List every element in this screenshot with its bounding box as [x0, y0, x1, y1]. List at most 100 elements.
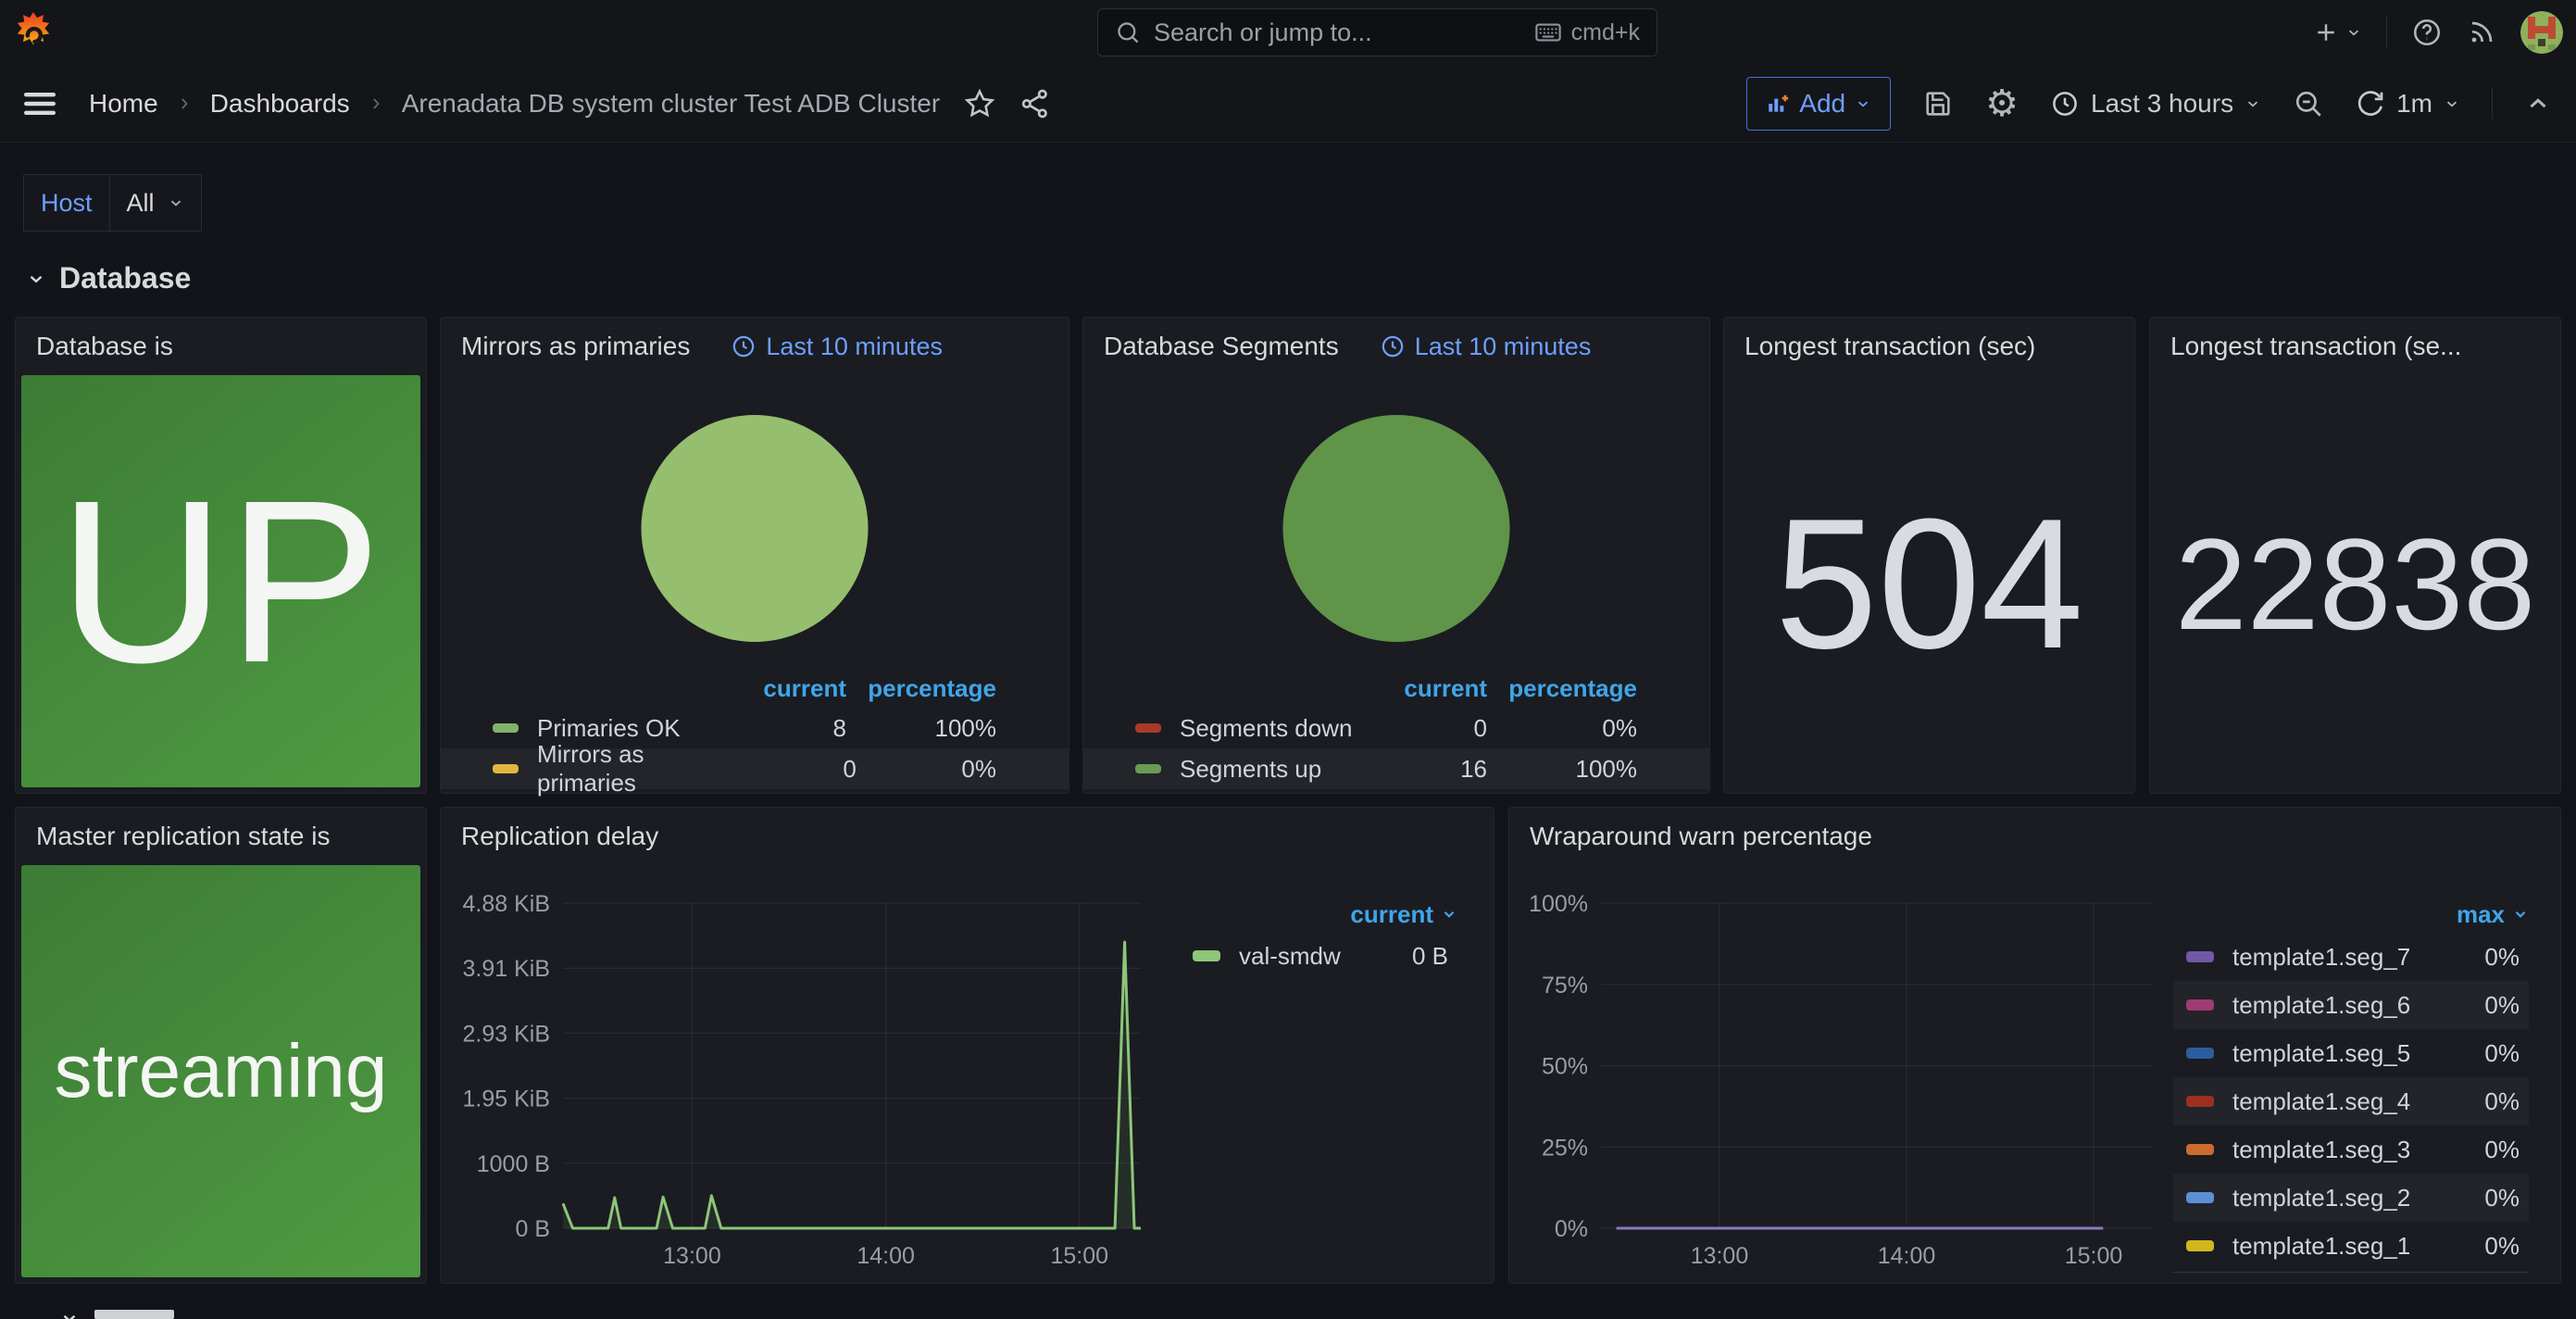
legend-item[interactable]: template1.seg_30% [2173, 1125, 2529, 1174]
favorite-button[interactable] [964, 88, 995, 119]
legend-swatch [493, 723, 519, 733]
y-axis-tick-label: 4.88 KiB [462, 891, 550, 917]
search-icon [1115, 19, 1141, 45]
legend-swatch [2186, 1096, 2214, 1107]
clock-icon [731, 333, 757, 359]
help-icon [2411, 17, 2443, 48]
legend-sort-max[interactable]: max [2173, 896, 2529, 933]
breadcrumb-home[interactable]: Home [89, 89, 158, 119]
dashboard-settings-button[interactable]: ⚙ [1985, 85, 2019, 122]
legend-label: template1.seg_5 [2232, 1039, 2410, 1068]
panel-header[interactable]: Master replication state is [16, 808, 426, 865]
chevron-down-icon [168, 195, 184, 211]
zoom-out-time-button[interactable] [2293, 88, 2324, 119]
time-range-label: Last 3 hours [2091, 89, 2233, 119]
help-button[interactable] [2411, 17, 2443, 48]
y-axis-tick-label: 50% [1542, 1054, 1588, 1080]
series-fill [563, 942, 1141, 1228]
legend-swatch [2186, 1192, 2214, 1203]
legend-item[interactable]: Segments up16100% [1083, 748, 1709, 789]
legend-item[interactable]: template1.seg_40% [2173, 1077, 2529, 1125]
toolbar-right-controls: Add ⚙ Last 3 hours 1m [1746, 77, 2552, 131]
legend-sort-percentage[interactable]: percentage [846, 674, 996, 703]
pie-chart-segments[interactable] [1283, 415, 1510, 642]
legend-swatch [1135, 723, 1161, 733]
add-panel-button[interactable]: Add [1746, 77, 1891, 131]
legend-item[interactable]: template1.seg_70% [2173, 933, 2529, 981]
panel-replication-delay: Replication delay 4.88 KiB3.91 KiB2.93 K… [440, 807, 1494, 1284]
refresh-interval-label: 1m [2396, 89, 2432, 119]
panel-header[interactable]: Mirrors as primaries Last 10 minutes [441, 318, 1069, 375]
clipped-text-fragment [94, 1310, 174, 1319]
legend-item[interactable]: Mirrors as primaries00% [441, 748, 1069, 789]
search-input[interactable]: Search or jump to... cmd+k [1097, 8, 1657, 57]
panel-header[interactable]: Longest transaction (se... [2150, 318, 2560, 375]
x-axis-tick-label: 13:00 [663, 1243, 721, 1269]
panel-title: Longest transaction (sec) [1744, 332, 2035, 361]
menu-toggle-button[interactable] [24, 92, 56, 116]
news-button[interactable] [2467, 18, 2496, 47]
legend-swatch [493, 764, 519, 773]
legend-label: val-smdw [1239, 942, 1341, 971]
section-title: Database [59, 261, 191, 295]
panel-header[interactable]: Database Segments Last 10 minutes [1083, 318, 1709, 375]
legend-label: Mirrors as primaries [537, 740, 735, 798]
chevron-down-icon [59, 1308, 80, 1319]
series-line [563, 942, 1141, 1228]
chevron-right-icon [367, 94, 385, 113]
variable-host-label[interactable]: Host [23, 174, 110, 232]
legend-item[interactable]: val-smdw0 B [1180, 933, 1457, 979]
legend-sort-current[interactable]: current [1357, 674, 1487, 703]
stat-value: UP [58, 448, 383, 714]
share-button[interactable] [1019, 88, 1051, 119]
grafana-logo[interactable] [13, 10, 54, 55]
replication-delay-chart[interactable]: 4.88 KiB3.91 KiB2.93 KiB1.95 KiB1000 B0 … [441, 808, 1494, 1283]
topbar-right-actions [2312, 0, 2563, 65]
hamburger-icon [24, 92, 56, 116]
legend-current-value: 0 [1357, 714, 1487, 743]
panel-mirrors-as-primaries: Mirrors as primaries Last 10 minutes cur… [440, 317, 1069, 794]
refresh-picker[interactable]: 1m [2356, 89, 2460, 119]
legend-item[interactable]: template1.seg_10% [2173, 1222, 2529, 1270]
legend-sort-current[interactable]: current [717, 674, 846, 703]
dashboard-variables: Host All [23, 174, 202, 232]
y-axis-tick-label: 1000 B [477, 1151, 550, 1177]
legend-item[interactable]: template1.seg_50% [2173, 1029, 2529, 1077]
panel-header[interactable]: Database is [16, 318, 426, 375]
chevron-down-icon [2512, 906, 2529, 923]
save-icon [1922, 88, 1954, 119]
user-avatar[interactable] [2520, 11, 2563, 54]
legend-item[interactable]: template1.seg_60% [2173, 981, 2529, 1029]
time-range-picker[interactable]: Last 3 hours [2050, 89, 2261, 119]
legend-percentage-value: 0% [1487, 714, 1637, 743]
legend-label: template1.seg_3 [2232, 1136, 2410, 1164]
chevron-down-icon [1441, 906, 1457, 923]
legend-sort-current[interactable]: current [1180, 896, 1457, 933]
new-menu-button[interactable] [2312, 19, 2362, 46]
collapse-toolbar-button[interactable] [2524, 90, 2552, 118]
stat-value: streaming [54, 1028, 387, 1115]
legend-label: template1.seg_1 [2232, 1232, 2410, 1261]
legend-sort-percentage[interactable]: percentage [1487, 674, 1637, 703]
row-section-database[interactable]: Database [26, 261, 191, 295]
panel-database-segments: Database Segments Last 10 minutes curren… [1082, 317, 1710, 794]
x-axis-tick-label: 15:00 [1050, 1243, 1108, 1269]
save-dashboard-button[interactable] [1922, 88, 1954, 119]
chart-legend: maxtemplate1.seg_70%template1.seg_60%tem… [2173, 896, 2529, 1273]
legend-percentage-value: 100% [1487, 755, 1637, 784]
pie-chart-mirrors[interactable] [642, 415, 869, 642]
y-axis-tick-label: 75% [1542, 973, 1588, 999]
variable-host-value-dropdown[interactable]: All [110, 174, 202, 232]
legend-item[interactable]: template1.seg_20% [2173, 1174, 2529, 1222]
panel-title: Mirrors as primaries [461, 332, 690, 361]
y-axis-tick-label: 2.93 KiB [462, 1021, 550, 1047]
next-row-section-clipped[interactable] [59, 1308, 174, 1319]
breadcrumb-dashboards[interactable]: Dashboards [210, 89, 350, 119]
breadcrumb: Home Dashboards Arenadata DB system clus… [89, 89, 940, 119]
plus-icon [2312, 19, 2340, 46]
panel-header[interactable]: Longest transaction (sec) [1724, 318, 2134, 375]
legend-swatch [2186, 951, 2214, 962]
legend-item[interactable]: Segments down00% [1083, 708, 1709, 748]
panel-title: Database Segments [1104, 332, 1339, 361]
legend-item[interactable]: Primaries OK8100% [441, 708, 1069, 748]
